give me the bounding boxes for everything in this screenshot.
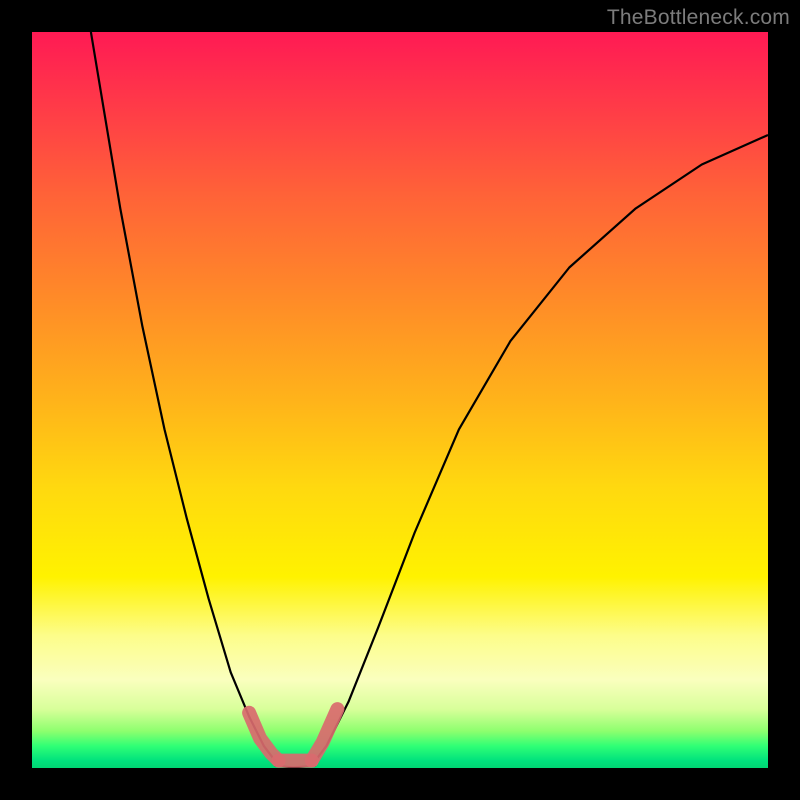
outer-frame: TheBottleneck.com: [0, 0, 800, 800]
plot-area: [32, 32, 768, 768]
series-group: [91, 32, 768, 767]
series-pink-band-left: [249, 713, 279, 761]
watermark-text: TheBottleneck.com: [607, 6, 790, 30]
chart-svg: [32, 32, 768, 768]
series-curve-right: [315, 135, 768, 761]
series-curve-left: [91, 32, 275, 761]
series-pink-band-right: [312, 709, 338, 761]
